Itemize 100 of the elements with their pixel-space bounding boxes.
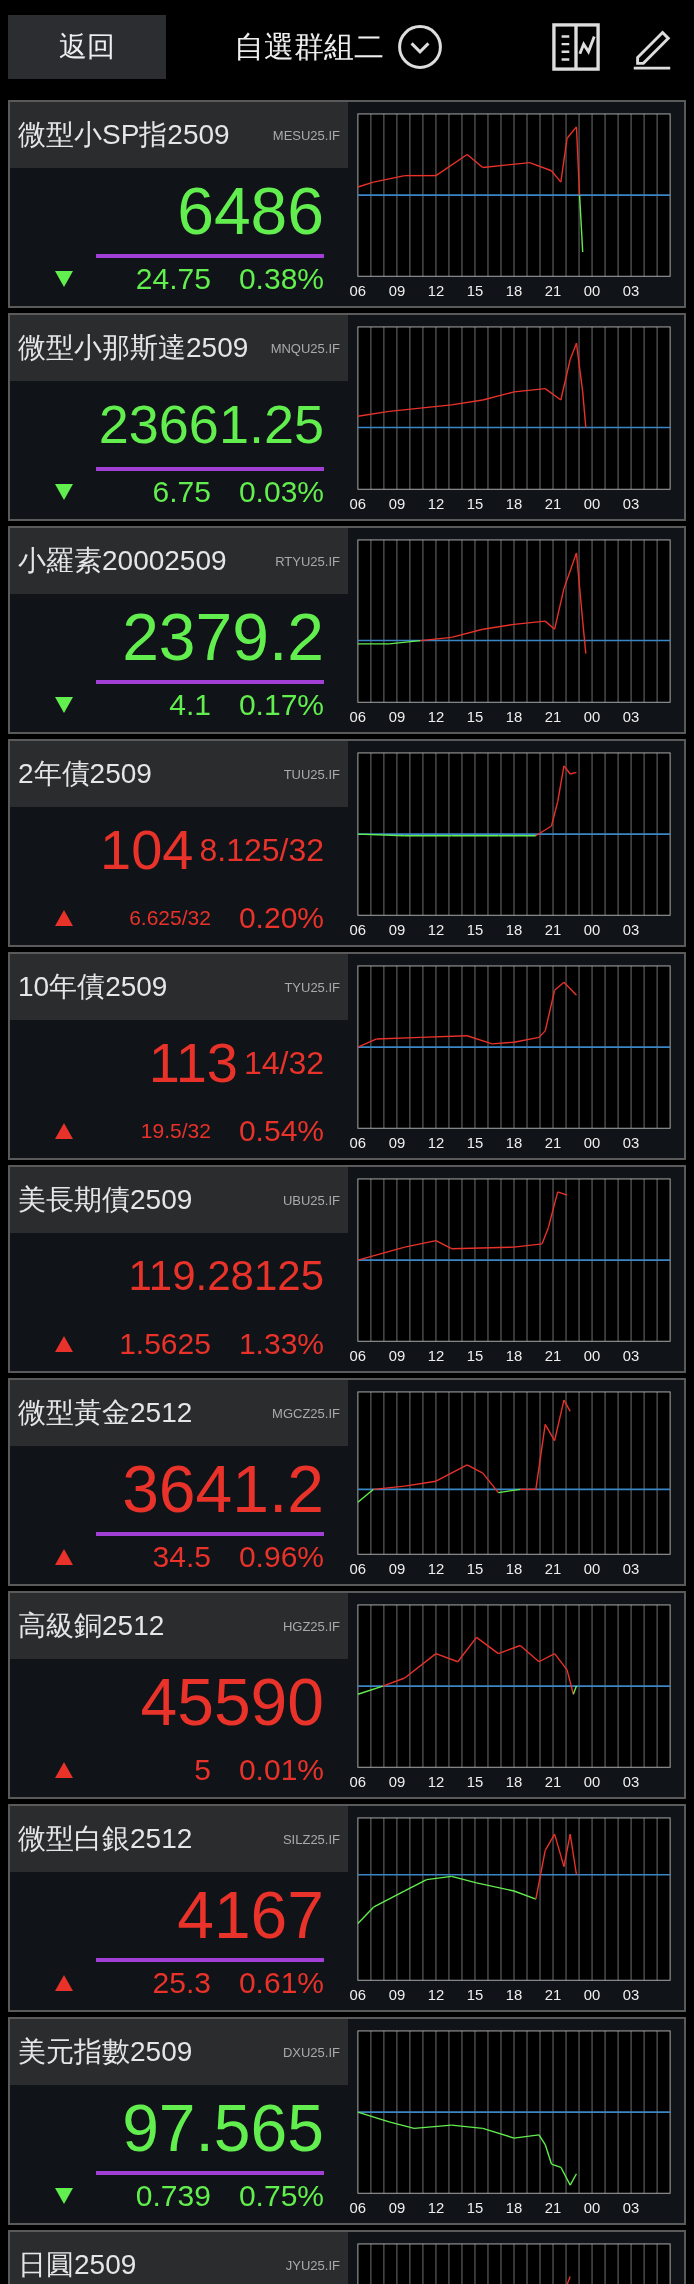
axis-label: 03 <box>622 2200 640 2217</box>
quote-card[interactable]: 日圓2509 JYU25.IF <box>8 2230 686 2284</box>
axis-label: 00 <box>583 709 601 726</box>
axis-label: 21 <box>544 2200 562 2217</box>
group-title: 自選群組二 <box>234 28 384 65</box>
quote-card[interactable]: 微型白銀2512 SILZ25.IF 4167 25.3 0.61% 06 09 12 15 18 21 00 03 <box>8 1804 686 2012</box>
axis-label: 03 <box>622 922 640 939</box>
price: 2379.2 <box>122 604 324 670</box>
percent-change: 0.54% <box>238 1114 324 1148</box>
contract-name: 小羅素20002509 <box>18 544 227 578</box>
axis-label: 21 <box>544 1774 562 1791</box>
contract-code: TUU25.IF <box>283 766 340 782</box>
price: 113 <box>148 1035 238 1091</box>
price: 97.565 <box>122 2095 324 2161</box>
axis-label: 00 <box>583 1987 601 2004</box>
price: 45590 <box>140 1669 324 1735</box>
axis-label: 12 <box>427 283 445 300</box>
axis-label: 00 <box>583 2200 601 2217</box>
axis-label: 06 <box>349 2200 367 2217</box>
axis-label: 18 <box>505 1774 523 1791</box>
quote-card[interactable]: 微型小那斯達2509 MNQU25.IF 23661.25 6.75 0.03% 06 09 12 15 18 21 00 03 <box>8 313 686 521</box>
contract-name: 美長期債2509 <box>18 1183 193 1217</box>
contract-code: RTYU25.IF <box>275 553 340 569</box>
axis-label: 15 <box>466 496 484 513</box>
price-change: 24.75 <box>135 262 211 296</box>
axis-label: 03 <box>622 1987 640 2004</box>
axis-label: 21 <box>544 1348 562 1365</box>
axis-label: 03 <box>622 1774 640 1791</box>
axis-label: 15 <box>466 1774 484 1791</box>
axis-label: 15 <box>466 1561 484 1578</box>
axis-label: 18 <box>505 709 523 726</box>
percent-change: 0.01% <box>238 1753 324 1787</box>
quote-card[interactable]: 微型黃金2512 MGCZ25.IF 3641.2 34.5 0.96% 06 09 12 15 18 21 00 03 <box>8 1378 686 1586</box>
axis-label: 18 <box>505 1561 523 1578</box>
percent-change: 0.75% <box>238 2179 324 2213</box>
contract-code: TYU25.IF <box>284 979 340 995</box>
price: 6486 <box>177 178 324 244</box>
price: 3641.2 <box>122 1456 324 1522</box>
contract-code: MNQU25.IF <box>270 340 340 356</box>
axis-label: 09 <box>388 922 406 939</box>
axis-label: 15 <box>466 709 484 726</box>
axis-label: 09 <box>388 1774 406 1791</box>
contract-name: 微型黃金2512 <box>18 1396 193 1430</box>
axis-label: 12 <box>427 1348 445 1365</box>
axis-label: 15 <box>466 2200 484 2217</box>
price-change: 5 <box>194 1753 211 1787</box>
quote-card[interactable]: 小羅素20002509 RTYU25.IF 2379.2 4.1 0.17% 06 09 12 15 18 21 00 03 <box>8 526 686 734</box>
contract-code: MESU25.IF <box>272 127 340 143</box>
axis-label: 18 <box>505 922 523 939</box>
axis-label: 06 <box>349 1774 367 1791</box>
axis-label: 12 <box>427 2200 445 2217</box>
quote-card[interactable]: 高級銅2512 HGZ25.IF 45590 5 0.01% 06 09 12 15 18 21 00 03 <box>8 1591 686 1799</box>
price-change: 1.5625 <box>119 1327 211 1361</box>
axis-label: 03 <box>622 1561 640 1578</box>
contract-code: UBU25.IF <box>282 1192 340 1208</box>
percent-change: 0.96% <box>238 1540 324 1574</box>
chart-book-icon[interactable] <box>552 23 600 71</box>
axis-label: 09 <box>388 709 406 726</box>
contract-name: 美元指數2509 <box>18 2035 193 2069</box>
percent-change: 1.33% <box>238 1327 324 1361</box>
axis-label: 06 <box>349 1135 367 1152</box>
axis-label: 18 <box>505 283 523 300</box>
quote-card[interactable]: 美長期債2509 UBU25.IF 119.28125 1.5625 1.33% 06 09 12 15 18 21 00 03 <box>8 1165 686 1373</box>
percent-change: 0.03% <box>238 475 324 509</box>
price-change: 6.625/32 <box>129 906 211 930</box>
quote-card[interactable]: 微型小SP指2509 MESU25.IF 6486 24.75 0.38% 06 09 12 15 18 21 00 03 <box>8 100 686 308</box>
percent-change: 0.61% <box>238 1966 324 2000</box>
contract-name: 微型小那斯達2509 <box>18 331 249 365</box>
axis-label: 12 <box>427 1774 445 1791</box>
axis-label: 09 <box>388 1561 406 1578</box>
axis-label: 18 <box>505 496 523 513</box>
price-fraction: 8.125/32 <box>199 831 324 869</box>
quote-card[interactable]: 美元指數2509 DXU25.IF 97.565 0.739 0.75% 06 09 12 15 18 21 00 03 <box>8 2017 686 2225</box>
axis-label: 15 <box>466 1987 484 2004</box>
contract-name: 10年債2509 <box>18 970 168 1004</box>
contract-code: HGZ25.IF <box>282 1618 340 1634</box>
axis-label: 00 <box>583 922 601 939</box>
axis-label: 06 <box>349 1348 367 1365</box>
axis-label: 18 <box>505 1135 523 1152</box>
back-button[interactable]: 返回 <box>8 15 166 79</box>
axis-label: 09 <box>388 1135 406 1152</box>
contract-name: 微型白銀2512 <box>18 1822 193 1856</box>
price-fraction: 14/32 <box>243 1044 324 1082</box>
axis-label: 12 <box>427 1561 445 1578</box>
price-change: 34.5 <box>152 1540 211 1574</box>
axis-label: 18 <box>505 1987 523 2004</box>
contract-code: SILZ25.IF <box>282 1831 340 1847</box>
price: 119.28125 <box>128 1255 324 1297</box>
contract-code: MGCZ25.IF <box>272 1405 340 1421</box>
axis-label: 00 <box>583 283 601 300</box>
axis-label: 03 <box>622 1348 640 1365</box>
axis-label: 21 <box>544 709 562 726</box>
contract-name: 2年債2509 <box>18 757 152 791</box>
axis-label: 09 <box>388 283 406 300</box>
contract-name: 日圓2509 <box>18 2248 137 2282</box>
axis-label: 21 <box>544 922 562 939</box>
dropdown-icon[interactable] <box>396 23 444 71</box>
axis-label: 03 <box>622 709 640 726</box>
axis-label: 12 <box>427 922 445 939</box>
axis-label: 12 <box>427 709 445 726</box>
